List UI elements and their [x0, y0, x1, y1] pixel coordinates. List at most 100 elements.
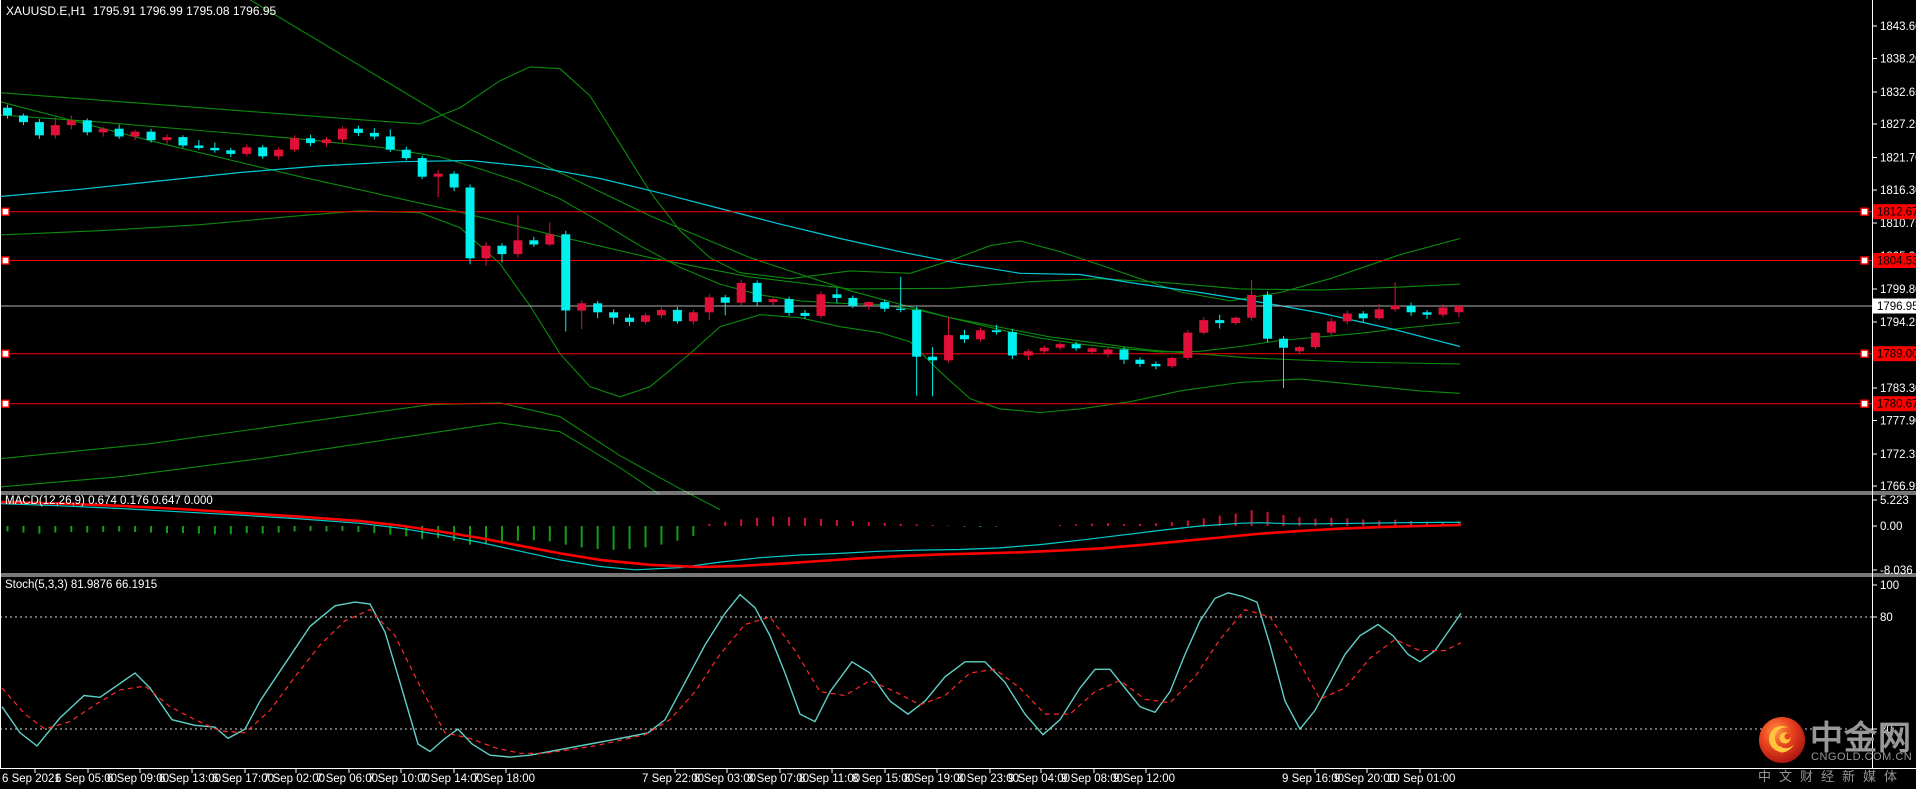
- price-tag-red-label: 1780.67: [1877, 399, 1916, 411]
- candle-body: [975, 330, 985, 340]
- bollinger-band-line: [0, 101, 1461, 291]
- hline-marker: [1860, 349, 1869, 358]
- candle-body: [991, 330, 1001, 333]
- candle-body: [1087, 348, 1097, 352]
- cngold-logo-icon: [1759, 717, 1805, 763]
- time-axis-label: 7 Sep 18:00: [473, 773, 535, 785]
- candle-body: [226, 150, 236, 154]
- candle-body: [306, 138, 316, 144]
- candle-body: [577, 303, 587, 311]
- stoch-indicator-label: Stoch(5,3,3) 81.9876 66.1915: [5, 579, 158, 591]
- candle-body: [290, 138, 300, 150]
- candle-body: [3, 107, 12, 116]
- bollinger-band-line: [249, 0, 1461, 365]
- candle-body: [1358, 313, 1368, 319]
- macd-indicator-label: MACD(12,26,9) 0.674 0.176 0.647 0.000: [5, 495, 213, 507]
- candle-body: [385, 136, 395, 150]
- hline-marker: [1860, 207, 1869, 216]
- price-axis-label: 1799.80: [1880, 284, 1916, 296]
- candle-body: [481, 245, 491, 259]
- hline-marker: [1, 349, 10, 358]
- candle-body: [864, 302, 874, 306]
- bollinger-band-line: [0, 210, 1461, 414]
- candle-body: [896, 308, 906, 310]
- price-axis-label: 1772.35: [1880, 449, 1916, 461]
- macd-signal-line: [0, 500, 1462, 569]
- candle-body: [1007, 332, 1017, 356]
- price-axis-label: 1827.25: [1880, 119, 1916, 131]
- candle-body: [1342, 313, 1352, 322]
- chart-canvas[interactable]: 1843.60 1838.20 1832.65 1827.25 1821.70 1816.…: [0, 0, 1916, 789]
- candle-body: [1294, 347, 1304, 352]
- watermark-url: CNGOLD.COM.CN: [1811, 751, 1913, 763]
- candle-body: [417, 158, 427, 177]
- candle-body: [433, 173, 443, 177]
- candle-body: [82, 120, 92, 133]
- ma-cyan-line: [0, 159, 1461, 348]
- time-axis-label: 8 Sep 11:00: [799, 773, 860, 785]
- candle-body: [337, 128, 347, 140]
- candle-body: [18, 115, 28, 123]
- price-axis-label: 1794.25: [1880, 317, 1916, 329]
- candle-body: [1390, 305, 1400, 310]
- price-axis-label: 1832.65: [1880, 87, 1916, 99]
- candle-body: [880, 302, 890, 309]
- price-axis-label: 1810.75: [1880, 218, 1916, 230]
- candle-body: [401, 149, 411, 159]
- candle-body: [1422, 312, 1432, 315]
- candle-body: [800, 312, 810, 316]
- candle-body: [912, 309, 922, 357]
- price-tag-red-label: 1812.67: [1877, 207, 1916, 219]
- candle-body: [114, 128, 124, 137]
- candle-body: [1039, 347, 1049, 352]
- candle-body: [960, 335, 969, 340]
- candle-body: [720, 297, 730, 303]
- hline-marker: [1, 256, 10, 265]
- candle-body: [1326, 321, 1336, 333]
- candle-body: [1167, 357, 1177, 367]
- candle-body: [1438, 307, 1448, 315]
- candle-body: [1199, 320, 1209, 333]
- candle-body: [545, 234, 555, 245]
- hline-marker: [1860, 399, 1869, 408]
- price-axis-label: 1766.95: [1880, 481, 1916, 493]
- candle-body: [1247, 294, 1257, 318]
- candle-body: [1103, 349, 1113, 355]
- candle-body: [1374, 309, 1384, 319]
- hline-marker: [1, 207, 10, 216]
- candle-body: [768, 299, 778, 303]
- candle-body: [944, 335, 954, 361]
- indicator-axis-label: -8.036: [1880, 565, 1913, 577]
- mt4-chart-window: 1843.60 1838.20 1832.65 1827.25 1821.70 1816.…: [0, 0, 1916, 789]
- candle-body: [928, 356, 938, 361]
- candle-body: [274, 149, 284, 157]
- price-axis-label: 1777.90: [1880, 416, 1916, 428]
- hline-marker: [1, 399, 10, 408]
- candle-body: [497, 245, 507, 255]
- candle-body: [242, 147, 252, 154]
- indicator-axis-label: 80: [1880, 612, 1893, 624]
- price-axis-label: 1821.70: [1880, 153, 1916, 165]
- candle-body: [609, 312, 619, 318]
- candle-body: [752, 282, 762, 303]
- symbol-ohlc-header: XAUUSD.E,H1 1795.91 1796.99 1795.08 1796…: [6, 4, 277, 18]
- candle-body: [1406, 305, 1416, 313]
- price-axis-label: 1783.30: [1880, 383, 1916, 395]
- candle-body: [146, 131, 156, 141]
- candle-body: [641, 315, 650, 322]
- candle-body: [34, 122, 44, 136]
- candle-body: [98, 128, 108, 133]
- bollinger-band-line: [0, 114, 1461, 353]
- bollinger-band-line: [0, 66, 1461, 302]
- candle-body: [1263, 294, 1273, 339]
- time-axis-label: 6 Sep 2021: [2, 773, 61, 785]
- candle-body: [561, 234, 571, 311]
- time-axis-label: 10 Sep 01:00: [1387, 773, 1455, 785]
- candle-body: [194, 145, 204, 148]
- candle-body: [672, 309, 682, 322]
- candle-body: [449, 173, 459, 188]
- price-tag-red-label: 1789.00: [1877, 349, 1916, 361]
- price-tag-red-label: 1804.53: [1877, 256, 1916, 268]
- candle-body: [1454, 306, 1464, 313]
- hline-marker: [1860, 256, 1869, 265]
